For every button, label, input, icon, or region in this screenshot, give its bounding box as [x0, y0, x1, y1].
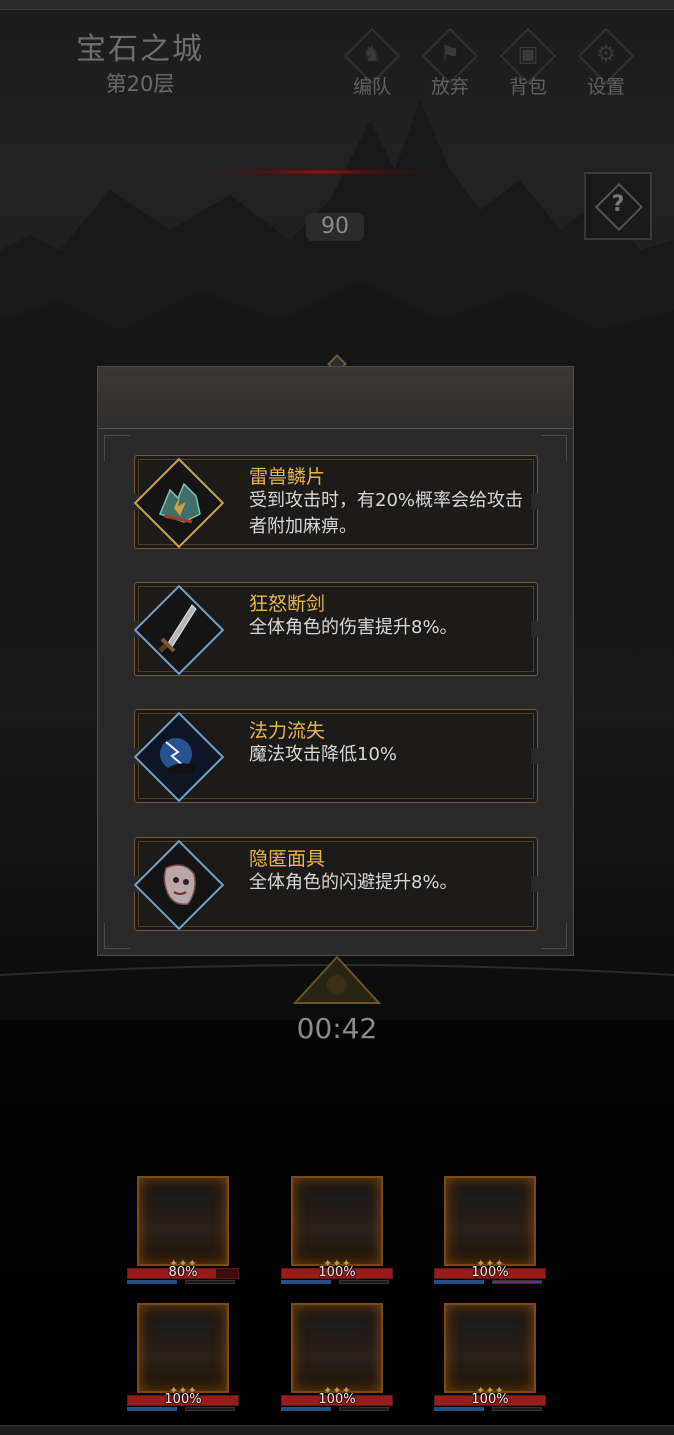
relic-name: 隐匿面具 [249, 848, 326, 870]
hp-bar: 100% [127, 1392, 239, 1407]
corner-ornament [104, 923, 130, 949]
settings-button[interactable]: ⚙ 设置 [572, 27, 636, 100]
hp-percent: 80% [168, 1265, 198, 1280]
hero-slot[interactable]: ✦✦✦ 100% [281, 1303, 393, 1415]
question-mark: ? [611, 192, 625, 217]
energy-bar [434, 1280, 546, 1285]
abandon-label: 放弃 [430, 76, 469, 98]
relic-name: 法力流失 [249, 720, 326, 742]
countdown-timer: 00:42 [296, 1012, 378, 1045]
relic-card[interactable]: 法力流失 魔法攻击降低10% [129, 709, 543, 803]
hp-bar: 100% [434, 1265, 546, 1280]
relic-card[interactable]: 狂怒断剑 全体角色的伤害提升8%。 [129, 582, 543, 676]
bottom-frame [0, 1425, 674, 1435]
bag-label: 背包 [508, 76, 547, 98]
hero-portrait [137, 1176, 229, 1266]
hero-portrait [444, 1303, 536, 1393]
corner-ornament [541, 923, 567, 949]
relic-desc: 魔法攻击降低10% [249, 744, 398, 765]
hero-slot[interactable]: ✦✦✦ 100% [434, 1176, 546, 1288]
boss-emblem-icon [292, 955, 382, 1004]
energy-bar [281, 1407, 393, 1412]
energy-bar [127, 1280, 239, 1285]
hp-bar: 100% [434, 1392, 546, 1407]
dungeon-name: 宝石之城 [76, 32, 204, 67]
hp-percent: 100% [318, 1265, 356, 1280]
score-counter: 90 [306, 213, 364, 241]
hp-bar: 80% [127, 1265, 239, 1280]
help-button[interactable]: ? [584, 172, 652, 240]
relic-desc: 受到攻击时，有20%概率会给攻击者附加麻痹。 [249, 490, 524, 537]
top-frame [0, 0, 674, 10]
relic-card[interactable]: 隐匿面具 全体角色的闪避提升8%。 [129, 837, 543, 931]
hero-portrait [137, 1303, 229, 1393]
mana-drain-icon [130, 708, 228, 806]
relic-name: 狂怒断剑 [249, 593, 326, 615]
hero-slot[interactable]: ✦✦✦ 100% [127, 1303, 239, 1415]
hp-percent: 100% [318, 1392, 356, 1407]
relic-name: 雷兽鳞片 [249, 466, 326, 488]
energy-bar [281, 1280, 393, 1285]
abandon-button[interactable]: ⚑ 放弃 [416, 27, 480, 100]
relic-desc: 全体角色的伤害提升8%。 [249, 617, 458, 638]
relic-card[interactable]: 雷兽鳞片 受到攻击时，有20%概率会给攻击者附加麻痹。 [129, 455, 543, 549]
thunder-scale-icon [130, 454, 228, 552]
hero-portrait [291, 1176, 383, 1266]
hero-slot[interactable]: ✦✦✦ 80% [127, 1176, 239, 1288]
hp-percent: 100% [471, 1392, 509, 1407]
red-glow [200, 167, 440, 177]
energy-bar [434, 1407, 546, 1412]
hp-bar: 100% [281, 1392, 393, 1407]
hp-percent: 100% [471, 1265, 509, 1280]
energy-bar [127, 1407, 239, 1412]
corner-ornament [104, 435, 130, 461]
hp-bar: 100% [281, 1265, 393, 1280]
mask-icon [130, 836, 228, 934]
dungeon-floor: 第20层 [105, 72, 175, 96]
team-button[interactable]: ♞ 编队 [338, 27, 402, 100]
hero-portrait [444, 1176, 536, 1266]
hero-slot[interactable]: ✦✦✦ 100% [281, 1176, 393, 1288]
hp-percent: 100% [164, 1392, 202, 1407]
team-label: 编队 [352, 76, 391, 98]
settings-label: 设置 [586, 76, 625, 98]
dialog-header [98, 367, 573, 429]
broken-sword-icon [130, 581, 228, 679]
hero-portrait [291, 1303, 383, 1393]
corner-ornament [541, 435, 567, 461]
relic-desc: 全体角色的闪避提升8%。 [249, 872, 458, 893]
hero-slot[interactable]: ✦✦✦ 100% [434, 1303, 546, 1415]
bag-button[interactable]: ▣ 背包 [494, 27, 558, 100]
